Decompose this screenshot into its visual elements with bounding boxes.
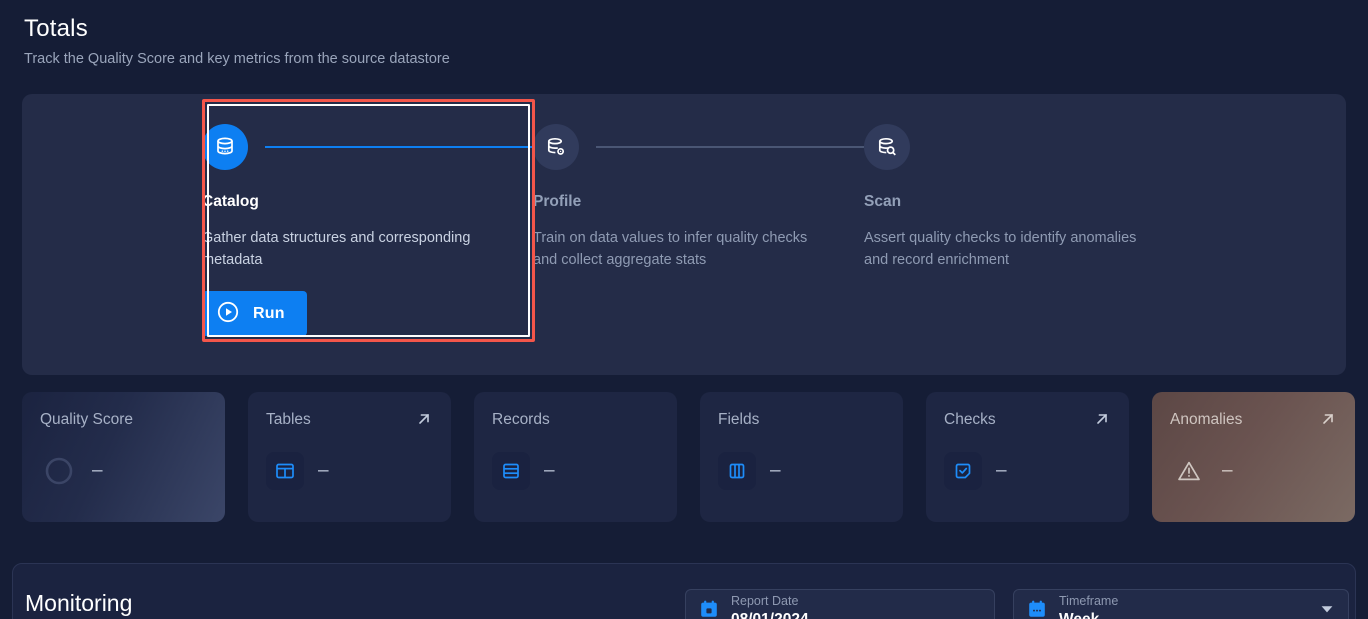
step-connector-line-catalog [265,146,533,148]
external-link-arrow-icon[interactable] [415,410,433,433]
metric-records-body: – [492,452,555,490]
metric-value: – [544,460,555,481]
totals-page: Totals Track the Quality Score and key m… [0,0,1368,619]
run-button-label: Run [253,304,285,322]
run-button[interactable]: Run [202,291,307,336]
metric-cards-row: Quality Score – Tables – Records – Field… [22,392,1355,522]
metric-tables-head: Tables [266,410,433,430]
step-catalog[interactable]: Catalog Gather data structures and corre… [202,94,533,375]
report-date-value: 08/01/2024 [731,610,809,619]
metric-value: – [996,460,1007,481]
metric-anomalies-body: – [1170,452,1233,490]
metric-label: Records [492,411,550,428]
step-catalog-title: Catalog [202,193,259,210]
monitoring-panel: Monitoring Report Date 08/01/2024 [12,563,1356,619]
step-connector-line-profile [596,146,864,148]
metric-value: – [770,460,781,481]
metric-records-head: Records [492,410,659,430]
metric-checks-head: Checks [944,410,1111,430]
timeframe-texts: Timeframe Week [1059,593,1118,619]
metric-label: Fields [718,411,760,428]
step-scan-icon-row [864,124,1195,170]
warning-icon [1170,452,1208,490]
calendar-icon [1026,598,1048,619]
metric-card-quality-score[interactable]: Quality Score – [22,392,225,522]
metric-label: Tables [266,411,311,428]
step-scan-title: Scan [864,193,902,210]
metric-card-tables[interactable]: Tables – [248,392,451,522]
metric-anomalies-head: Anomalies [1170,410,1337,430]
metric-value: – [92,460,103,481]
metric-fields-body: – [718,452,781,490]
page-title: Totals [24,15,88,42]
metric-value: – [1222,460,1233,481]
chevron-down-icon[interactable] [1318,600,1336,619]
external-link-arrow-icon[interactable] [1093,410,1111,433]
external-link-arrow-icon[interactable] [1319,410,1337,433]
metric-quality-score-body: – [40,452,103,490]
metric-label: Anomalies [1170,411,1243,428]
metric-fields-head: Fields [718,410,885,430]
report-date-label: Report Date [731,594,799,608]
report-date-texts: Report Date 08/01/2024 [731,593,809,619]
columns-icon [718,452,756,490]
step-profile-title: Profile [533,193,582,210]
totals-header: Totals Track the Quality Score and key m… [0,0,1368,68]
check-square-icon [944,452,982,490]
database-search-icon [864,124,910,170]
score-ring-icon [40,452,78,490]
step-scan-description: Assert quality checks to identify anomal… [864,230,1137,268]
step-profile[interactable]: Profile Train on data values to infer qu… [533,94,864,375]
play-circle-icon [216,300,240,327]
step-profile-description: Train on data values to infer quality ch… [533,230,808,268]
timeframe-value: Week [1059,610,1118,619]
table-icon [266,452,304,490]
metric-label: Checks [944,411,996,428]
step-catalog-icon-row [202,124,533,170]
calendar-icon [698,598,720,619]
database-gear-icon [533,124,579,170]
pipeline-stepper-panel: Catalog Gather data structures and corre… [22,94,1346,375]
metric-value: – [318,460,329,481]
metric-card-anomalies[interactable]: Anomalies – [1152,392,1355,522]
metric-checks-body: – [944,452,1007,490]
rows-icon [492,452,530,490]
metric-card-records[interactable]: Records – [474,392,677,522]
report-date-field[interactable]: Report Date 08/01/2024 [685,589,995,619]
step-scan[interactable]: Scan Assert quality checks to identify a… [864,94,1195,375]
monitoring-title: Monitoring [25,590,133,616]
stepper-row: Catalog Gather data structures and corre… [22,94,1346,375]
timeframe-select[interactable]: Timeframe Week [1013,589,1349,619]
timeframe-label: Timeframe [1059,594,1119,608]
step-profile-icon-row [533,124,864,170]
metric-label: Quality Score [40,411,134,428]
metric-tables-body: – [266,452,329,490]
database-icon [202,124,248,170]
metric-card-fields[interactable]: Fields – [700,392,903,522]
metric-card-checks[interactable]: Checks – [926,392,1129,522]
metric-quality-score-head: Quality Score [40,410,207,430]
step-catalog-description: Gather data structures and corresponding… [202,230,471,268]
page-subtitle: Track the Quality Score and key metrics … [24,51,450,67]
